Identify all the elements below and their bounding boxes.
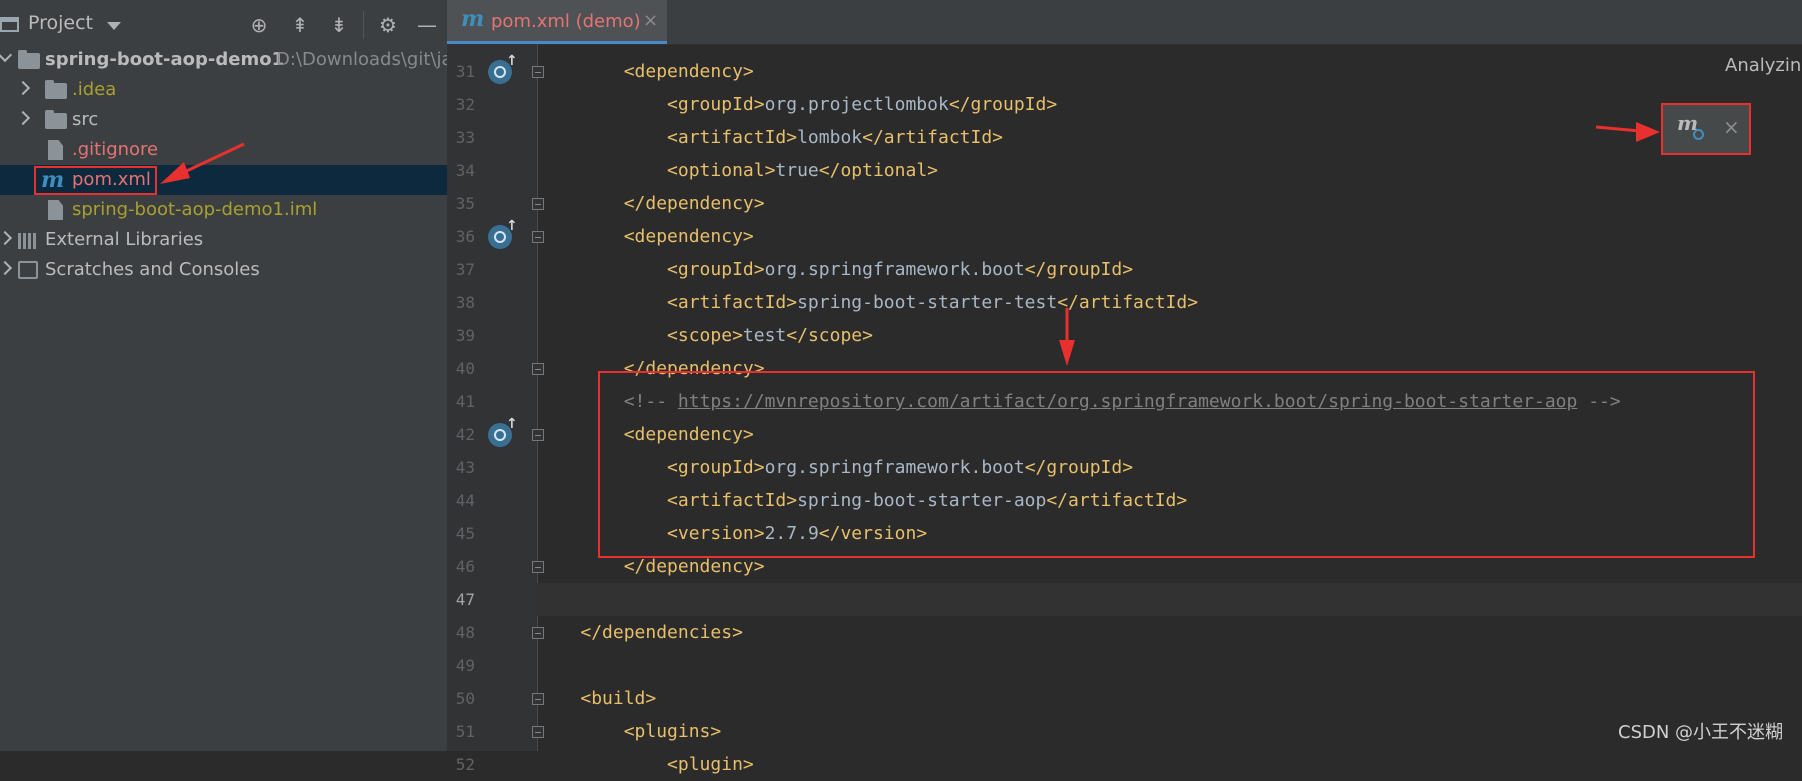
annotation-arrow-pom — [177, 142, 245, 177]
code-line[interactable]: <plugin> — [537, 748, 1802, 781]
annotation-arrows — [160, 122, 1660, 366]
line-number: 52 — [455, 755, 475, 774]
arrow-head — [1636, 122, 1660, 142]
arrow-head — [160, 162, 190, 184]
arrow-head — [1059, 340, 1075, 366]
annotation-arrow-maven — [1595, 125, 1641, 133]
watermark: CSDN @小王不迷糊 — [1618, 722, 1784, 743]
